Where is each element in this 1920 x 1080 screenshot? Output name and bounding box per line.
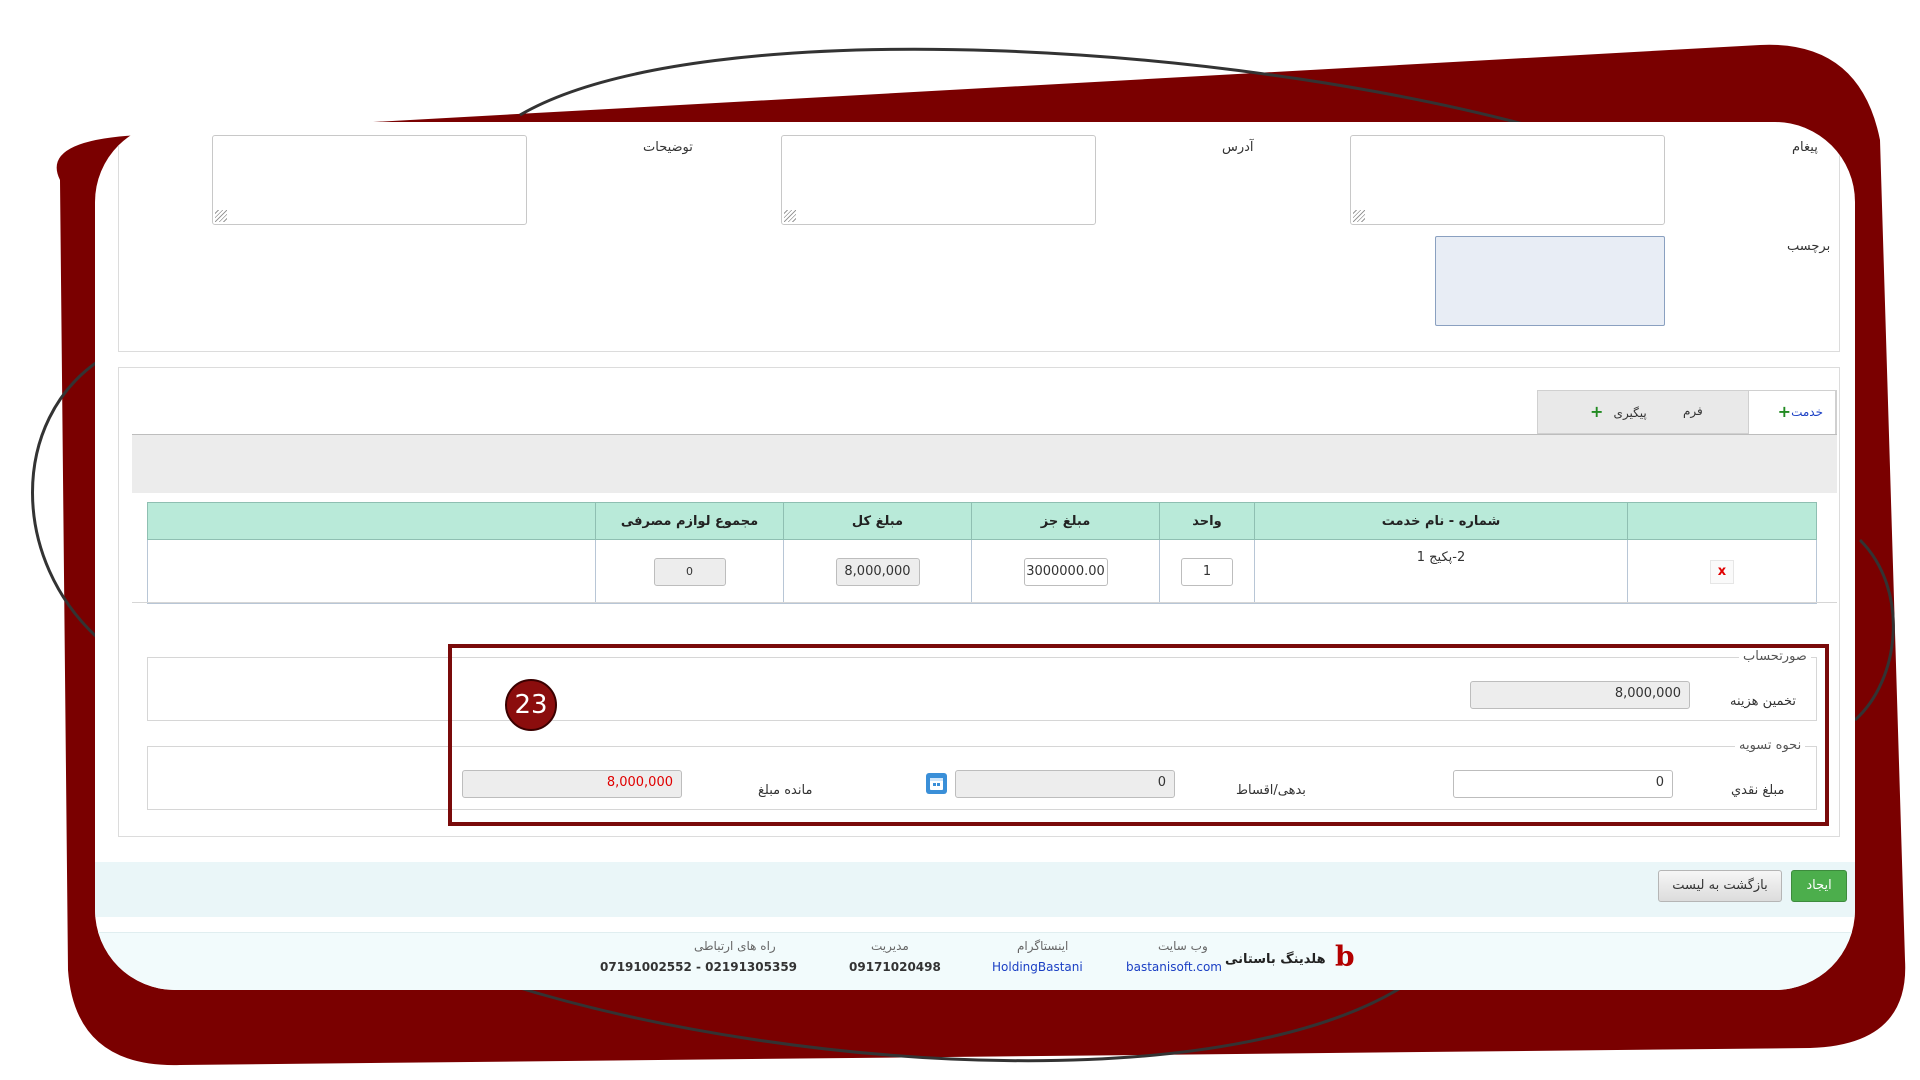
address-label: آدرس (1222, 140, 1254, 155)
create-button[interactable]: ایجاد (1791, 870, 1847, 902)
table-header (1627, 502, 1817, 540)
tab-service[interactable]: + خدمت (1748, 390, 1836, 436)
description-label: توضیحات (643, 140, 693, 155)
brand-logo-icon: b (1335, 940, 1355, 973)
table-header: واحد (1159, 502, 1255, 540)
delete-row-button[interactable]: x (1710, 559, 1734, 584)
tab-followup[interactable]: + پیگیری (1590, 402, 1647, 421)
management-phone: 09171020498 (849, 960, 941, 974)
highlight-box (448, 644, 1829, 826)
unit-price-cell: 3000000.00 (971, 539, 1160, 604)
instagram-title: اینستاگرام (1017, 939, 1069, 953)
tag-input[interactable] (1435, 236, 1665, 326)
step-badge-number: 23 (514, 690, 548, 720)
instagram-link[interactable]: HoldingBastani (992, 960, 1083, 974)
unit-cell: 1 (1159, 539, 1255, 604)
tab-toolbar (132, 435, 1837, 493)
contact-phones: 07191002552 - 02191305359 (600, 960, 798, 974)
table-bottom-divider (132, 602, 1837, 603)
action-bar (95, 862, 1855, 917)
message-label: پیغام (1792, 140, 1818, 155)
step-badge: 23 (505, 679, 557, 731)
total-cell: 8,000,000 (783, 539, 972, 604)
footer (95, 932, 1855, 990)
resize-grip-icon[interactable] (215, 210, 227, 222)
service-name: 2-پکیج 1 (1416, 550, 1466, 565)
consumables-field: 0 (653, 557, 726, 586)
tab-form[interactable]: فرم (1683, 404, 1703, 419)
tab-followup-label: پیگیری (1613, 406, 1647, 420)
brand-name: هلدینگ باستانی (1225, 952, 1326, 967)
app-window: پیغام آدرس توضیحات برچسب + خدمت فرم + پی… (95, 122, 1855, 990)
consumables-cell: 0 (595, 539, 784, 604)
service-table: شماره - نام خدمت واحد مبلغ جز مبلغ کل مج… (147, 502, 1817, 604)
contact-title: راه های ارتباطی (694, 939, 776, 953)
service-name-cell: 2-پکیج 1 (1254, 539, 1628, 604)
management-title: مدیریت (871, 939, 909, 953)
total-field: 8,000,000 (835, 557, 920, 586)
delete-cell: x (1627, 539, 1817, 604)
table-header (147, 502, 596, 540)
website-title: وب سایت (1158, 939, 1208, 953)
resize-grip-icon[interactable] (784, 210, 796, 222)
plus-icon: + (1777, 402, 1791, 421)
tab-form-label: فرم (1683, 404, 1703, 418)
unit-price-input[interactable]: 3000000.00 (1023, 557, 1108, 586)
plus-icon: + (1590, 402, 1604, 421)
service-table-wrapper: شماره - نام خدمت واحد مبلغ جز مبلغ کل مج… (147, 502, 1817, 604)
table-header: شماره - نام خدمت (1254, 502, 1628, 540)
table-header: مجموع لوازم مصرفی (595, 502, 784, 540)
resize-grip-icon[interactable] (1353, 210, 1365, 222)
tab-service-label: خدمت (1791, 405, 1823, 419)
empty-cell (147, 539, 596, 604)
address-textarea[interactable] (781, 135, 1096, 225)
description-textarea[interactable] (212, 135, 527, 225)
unit-input[interactable]: 1 (1181, 557, 1233, 586)
tag-label: برچسب (1787, 239, 1831, 254)
back-to-list-button[interactable]: بازگشت به لیست (1658, 870, 1782, 902)
message-textarea[interactable] (1350, 135, 1665, 225)
website-link[interactable]: bastanisoft.com (1126, 960, 1222, 974)
table-header: مبلغ کل (783, 502, 972, 540)
table-header: مبلغ جز (971, 502, 1160, 540)
table-row: x 2-پکیج 1 1 3000000.00 8,000,000 0 (147, 539, 1817, 604)
